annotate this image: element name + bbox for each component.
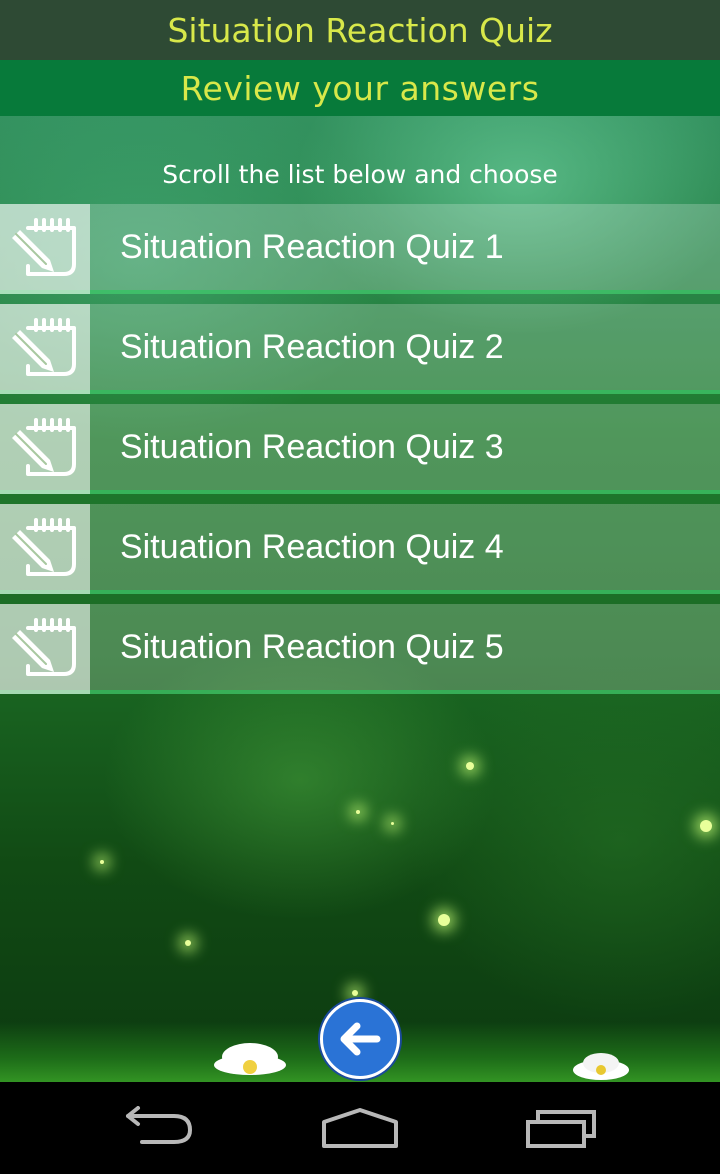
- quiz-list-item-label: Situation Reaction Quiz 2: [120, 328, 504, 366]
- quiz-list-item-4[interactable]: Situation Reaction Quiz 4: [0, 504, 720, 594]
- back-button[interactable]: [320, 999, 400, 1079]
- quiz-list-item-label: Situation Reaction Quiz 1: [120, 228, 504, 266]
- quiz-list-item-label: Situation Reaction Quiz 5: [120, 628, 504, 666]
- nav-back-icon[interactable]: [122, 1106, 196, 1150]
- daisy-decoration: [214, 1043, 286, 1075]
- quiz-list-item-label: Situation Reaction Quiz 4: [120, 528, 504, 566]
- firefly-decoration: [356, 810, 360, 814]
- quiz-list-item-1[interactable]: Situation Reaction Quiz 1: [0, 204, 720, 294]
- firefly-decoration: [466, 762, 474, 770]
- page-subtitle: Review your answers: [180, 68, 540, 108]
- firefly-decoration: [391, 822, 394, 825]
- app-title-bar: Situation Reaction Quiz: [0, 0, 720, 60]
- app-title: Situation Reaction Quiz: [167, 10, 553, 50]
- system-navigation-bar: [0, 1082, 720, 1174]
- app-screen: Situation Reaction Quiz Review your answ…: [0, 0, 720, 1082]
- nav-home-icon[interactable]: [320, 1106, 400, 1150]
- quiz-list-item-3[interactable]: Situation Reaction Quiz 3: [0, 404, 720, 494]
- edit-notepad-icon: [0, 204, 90, 294]
- arrow-left-icon: [340, 1022, 381, 1056]
- nav-recents-icon[interactable]: [524, 1106, 600, 1150]
- edit-notepad-icon: [0, 604, 90, 694]
- quiz-list-item-5[interactable]: Situation Reaction Quiz 5: [0, 604, 720, 694]
- firefly-decoration: [700, 820, 712, 832]
- firefly-decoration: [438, 914, 450, 926]
- quiz-list-item-label: Situation Reaction Quiz 3: [120, 428, 504, 466]
- edit-notepad-icon: [0, 404, 90, 494]
- quiz-list-item-2[interactable]: Situation Reaction Quiz 2: [0, 304, 720, 394]
- instruction-text: Scroll the list below and choose: [162, 160, 558, 189]
- subtitle-bar: Review your answers: [0, 60, 720, 116]
- quiz-list[interactable]: Situation Reaction Quiz 1 Situation Reac…: [0, 204, 720, 704]
- edit-notepad-icon: [0, 304, 90, 394]
- firefly-decoration: [100, 860, 104, 864]
- firefly-decoration: [352, 990, 358, 996]
- firefly-decoration: [185, 940, 191, 946]
- edit-notepad-icon: [0, 504, 90, 594]
- daisy-decoration: [573, 1053, 629, 1080]
